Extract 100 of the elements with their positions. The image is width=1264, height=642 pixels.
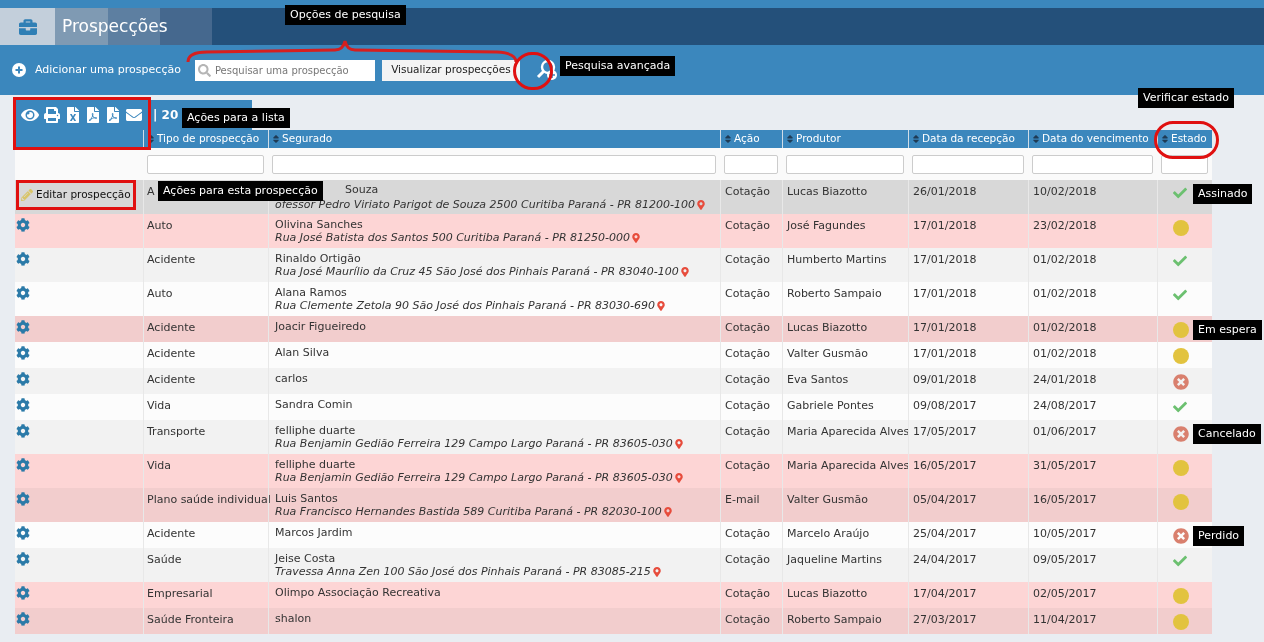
table-row[interactable]: Auto Alana Ramos Rua Clemente Zetola 90 São José dos Pinhais Paraná - PR 83030-690 Cotação Roberto Sampaio 17/01/2018 01/02/2018 (15, 282, 1212, 316)
insured-address: Rua José Maurílio da Cruz 45 São José dos Pinhais Paraná - PR 83040-100 (275, 265, 679, 278)
edit-button[interactable]: Editar prospecção (21, 187, 131, 203)
print-icon[interactable] (43, 107, 61, 123)
spreadsheet-icon[interactable] (65, 107, 81, 123)
gear-icon[interactable] (16, 492, 30, 506)
gear-icon[interactable] (16, 286, 30, 300)
table-row[interactable]: Saúde Fronteira shalon Cotação Roberto Sampaio 27/03/2017 11/04/2017 (15, 608, 1212, 634)
table-row[interactable]: Vida felliphe duarte Rua Benjamin Gedião Ferreira 129 Campo Largo Paraná - PR 83605-030 Cotação Maria Aparecida Alves 16/05/2017 31/05/2017 (15, 454, 1212, 488)
table-row[interactable]: Acidente carlos Cotação Eva Santos 09/01/2018 24/01/2018 (15, 368, 1212, 394)
table-cell: E-mail (725, 493, 760, 506)
table-cell: Acidente (147, 347, 196, 360)
table-cell: 17/05/2017 (913, 425, 977, 438)
map-pin-icon[interactable] (674, 438, 683, 449)
table-row[interactable]: Auto Olivina Sanches Rua José Batista dos Santos 500 Curitiba Paraná - PR 81250-000 Cotação José Fagundes 17/01/2018 23/02/2018 (15, 214, 1212, 248)
table-cell: 01/06/2017 (1033, 425, 1097, 438)
annotation-tooltip: Perdido (1193, 526, 1245, 546)
table-cell: 24/01/2018 (1033, 373, 1097, 386)
table-row[interactable]: Acidente Rinaldo Ortigão Rua José Maurílio da Cruz 45 São José dos Pinhais Paraná - PR 83040-100 Cotação Humberto Martins 17/01/2018 01/02/2018 (15, 248, 1212, 282)
document-icon[interactable] (105, 107, 121, 123)
table-cell: Cotação (725, 321, 770, 334)
table-cell: Gabriele Pontes (787, 399, 874, 412)
gear-icon[interactable] (16, 458, 30, 472)
document-icon[interactable] (85, 107, 101, 123)
table-cell: 01/02/2018 (1033, 321, 1097, 334)
table-row[interactable]: Saúde Jeise Costa Travessa Anna Zen 100 São José dos Pinhais Paraná - PR 83085-215 Cotação Jaqueline Martins 24/04/2017 09/05/2017 (15, 548, 1212, 582)
table-cell: Auto (147, 287, 173, 300)
sort-icon (272, 134, 280, 144)
table-cell: Saúde (147, 553, 182, 566)
gear-icon[interactable] (16, 612, 30, 626)
table-cell: 23/02/2018 (1033, 219, 1097, 232)
table-cell: 24/04/2017 (913, 553, 977, 566)
table-cell: 16/05/2017 (913, 459, 977, 472)
gear-icon[interactable] (16, 526, 30, 540)
pencil-icon (21, 189, 33, 201)
insured-name: Jeise Costa (275, 552, 336, 565)
table-cell: Lucas Biazotto (787, 587, 868, 600)
table-cell: Valter Gusmão (787, 493, 868, 506)
insured-name: Joacir Figueiredo (275, 320, 366, 333)
table-cell: 11/04/2017 (1033, 613, 1097, 626)
table-cell: José Fagundes (787, 219, 866, 232)
table-cell: A (147, 185, 155, 198)
table-cell: Cotação (725, 587, 770, 600)
gear-icon[interactable] (16, 218, 30, 232)
table-row[interactable]: Acidente Alan Silva Cotação Valter Gusmão 17/01/2018 01/02/2018 (15, 342, 1212, 368)
sort-icon (912, 134, 920, 144)
insured-name: felliphe duarte (275, 458, 356, 471)
table-cell: 17/01/2018 (913, 219, 977, 232)
mail-icon[interactable] (125, 107, 143, 123)
table-cell: 17/01/2018 (913, 321, 977, 334)
table-cell: Plano saúde individual (147, 493, 271, 506)
filter-field[interactable] (1032, 154, 1153, 174)
briefcase-icon (17, 17, 38, 36)
annotation-tooltip: Verificar estado (1138, 88, 1235, 108)
table-cell: Lucas Biazotto (787, 321, 868, 334)
filter-field[interactable] (724, 154, 778, 174)
map-pin-icon[interactable] (657, 300, 666, 311)
filter-field[interactable] (912, 154, 1024, 174)
gear-icon[interactable] (16, 424, 30, 438)
gear-icon[interactable] (16, 398, 30, 412)
gear-icon[interactable] (16, 320, 30, 334)
table-cell: 01/02/2018 (1033, 253, 1097, 266)
table-cell: Acidente (147, 527, 196, 540)
table-row[interactable]: Vida Sandra Comin Cotação Gabriele Pontes 09/08/2017 24/08/2017 (15, 394, 1212, 420)
gear-icon[interactable] (16, 252, 30, 266)
gear-icon[interactable] (16, 586, 30, 600)
map-pin-icon[interactable] (680, 266, 689, 277)
table-cell: 25/04/2017 (913, 527, 977, 540)
table-cell: 09/08/2017 (913, 399, 977, 412)
search-plus-icon (535, 59, 558, 81)
gear-icon[interactable] (16, 552, 30, 566)
filter-field[interactable] (272, 154, 716, 174)
view-button[interactable]: Visualizar prospecções (381, 59, 520, 81)
filter-field[interactable] (786, 154, 904, 174)
table-cell: Cotação (725, 287, 770, 300)
map-pin-icon[interactable] (632, 232, 641, 243)
table-row[interactable]: Empresarial Olimpo Associação Recreativa Cotação Lucas Biazotto 17/04/2017 02/05/2017 (15, 582, 1212, 608)
map-pin-icon[interactable] (674, 472, 683, 483)
insured-name: Olivina Sanches (275, 218, 363, 231)
map-pin-icon[interactable] (652, 566, 661, 577)
table-cell: Auto (147, 219, 173, 232)
table-cell: Acidente (147, 253, 196, 266)
insured-address: Rua Francisco Hernandes Bastida 589 Curitiba Paraná - PR 82030-100 (275, 505, 662, 518)
insured-address: ofessor Pedro Viriato Parigot de Souza 2500 Curitiba Paraná - PR 81200-100 (275, 198, 695, 211)
table-cell: Maria Aparecida Alves (787, 459, 910, 472)
header-icon-tab[interactable] (0, 8, 55, 45)
table-cell: Cotação (725, 613, 770, 626)
add-link[interactable]: Adicionar uma prospecção (12, 61, 181, 79)
gear-icon[interactable] (16, 346, 30, 360)
insured-name: Souza (345, 183, 379, 196)
title-tab[interactable]: Prospecções (55, 8, 212, 45)
map-pin-icon[interactable] (696, 199, 705, 210)
table-row[interactable]: Plano saúde individual Luis Santos Rua Francisco Hernandes Bastida 589 Curitiba Paraná - PR 82030-100 E-mail Valter Gusmão 05/04/2017 16/05/2017 (15, 488, 1212, 522)
sort-icon (1032, 134, 1040, 144)
search-field[interactable]: Pesquisar uma prospecção (194, 59, 375, 81)
table-cell: 16/05/2017 (1033, 493, 1097, 506)
map-pin-icon[interactable] (663, 506, 672, 517)
annotation-tooltip: Ações para esta prospecção (158, 181, 323, 201)
filter-field[interactable] (147, 154, 264, 174)
gear-icon[interactable] (16, 372, 30, 386)
